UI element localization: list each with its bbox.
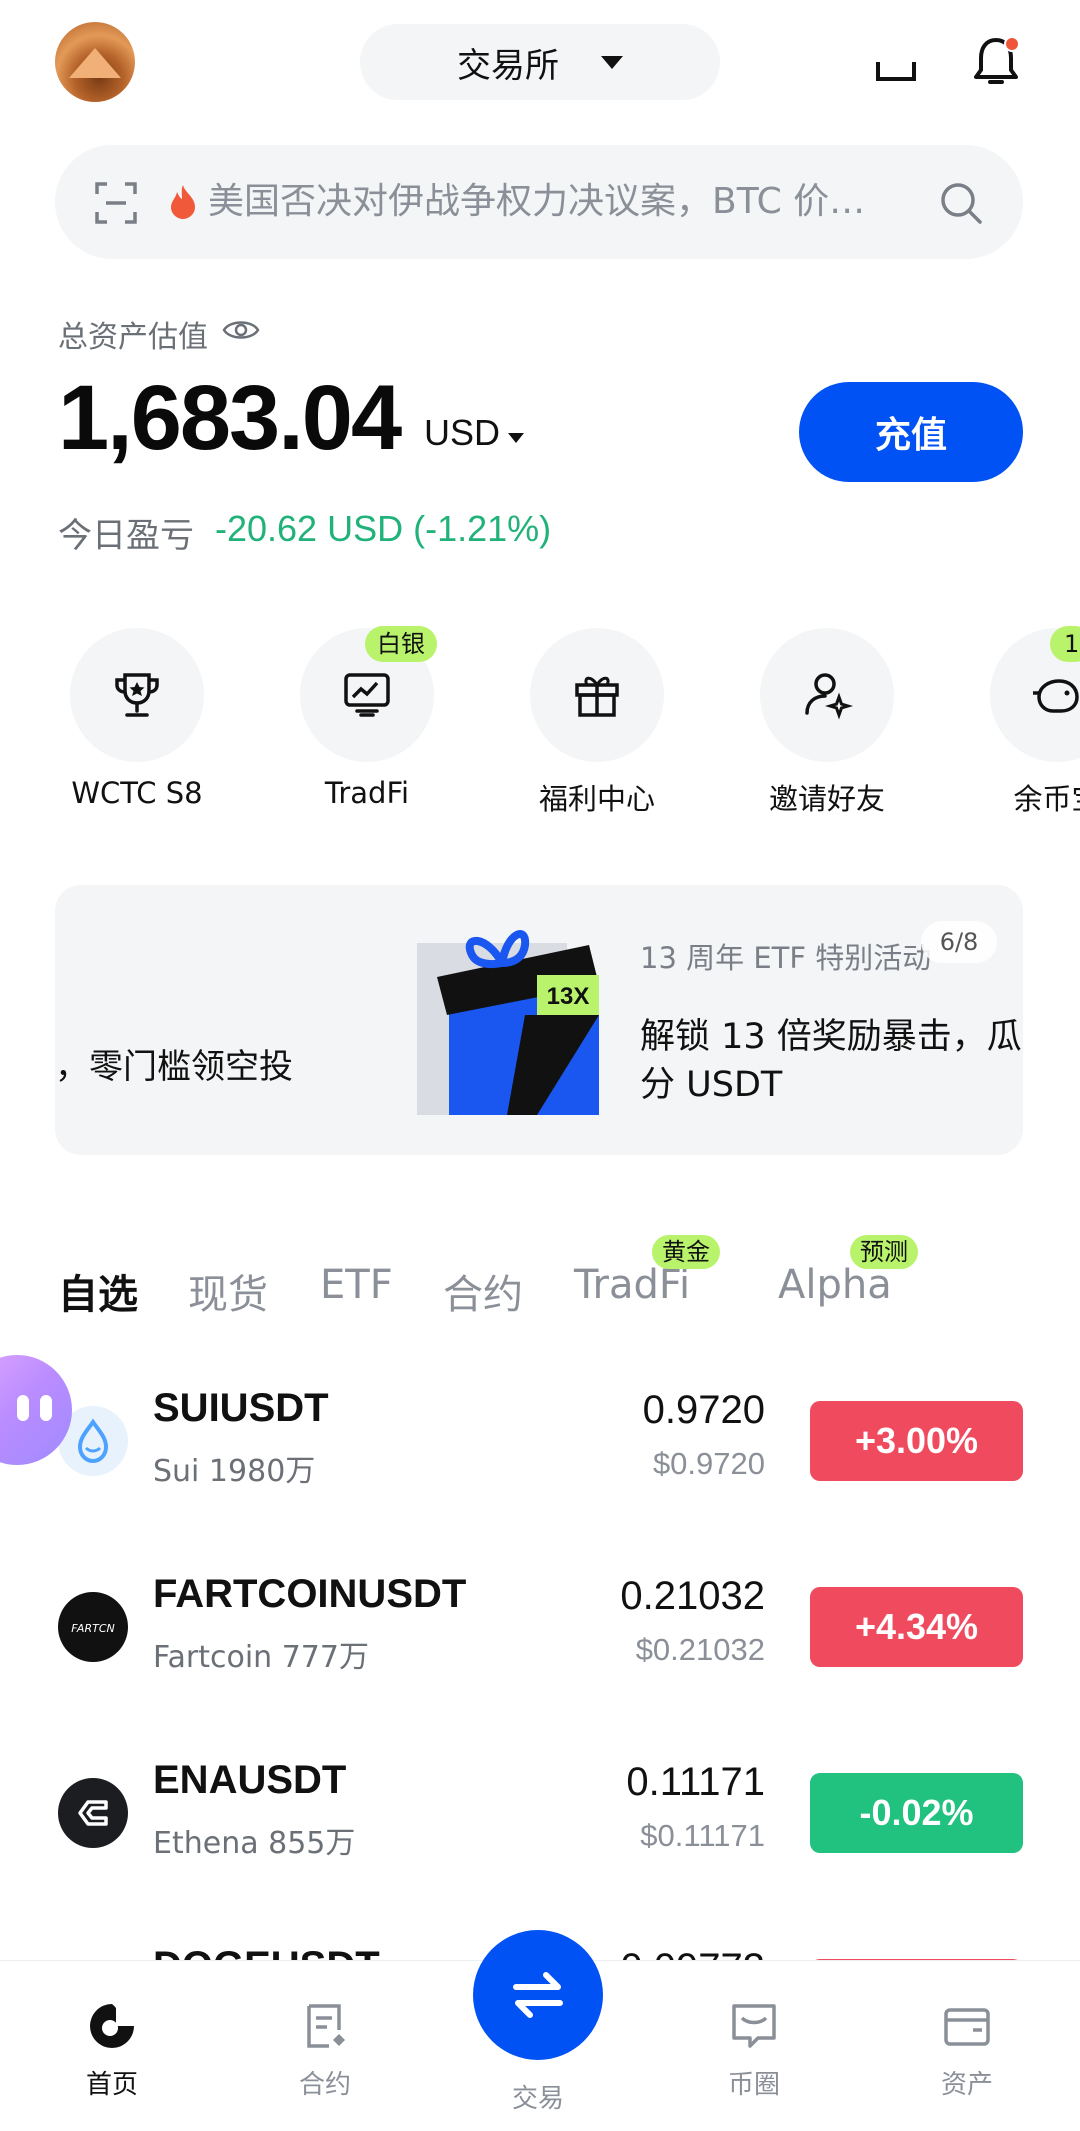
wallet-icon [944, 2008, 990, 2046]
tab-spot[interactable]: 现货 [188, 1262, 268, 1320]
fartcoin-icon: FARTCN [58, 1592, 128, 1662]
market-fiat-price: $0.11171 [640, 1818, 765, 1853]
nav-assets[interactable]: 资产 [897, 2000, 1037, 2101]
contract-icon [307, 2004, 345, 2048]
market-volume: Sui 1980万 [153, 1454, 316, 1489]
market-volume: Ethena 855万 [153, 1826, 356, 1861]
market-symbol: ENAUSDT [153, 1758, 347, 1802]
pnl-label: 今日盈亏 [58, 516, 194, 556]
shortcut-badge: 1 [1050, 626, 1080, 662]
nav-futures[interactable]: 合约 [255, 2000, 395, 2101]
market-symbol: SUIUSDT [153, 1386, 329, 1430]
market-row[interactable]: ENAUSDT Ethena 855万 0.11171 $0.11171 -0.… [0, 1720, 1080, 1906]
nav-home[interactable]: 首页 [42, 2000, 182, 2101]
caret-down-icon [601, 55, 623, 69]
trophy-icon [115, 673, 159, 717]
exchange-label: 交易所 [457, 45, 559, 86]
asset-label: 总资产估值 [58, 320, 208, 355]
tab-favorites[interactable]: 自选 [58, 1262, 138, 1320]
shortcut-invite[interactable]: 邀请好友 [712, 628, 942, 818]
banner-left-text: ，零门槛领空投 [55, 1047, 293, 1087]
ethena-icon [58, 1778, 128, 1848]
shortcut-welfare[interactable]: 福利中心 [482, 628, 712, 818]
nav-community[interactable]: 币圈 [684, 2000, 824, 2101]
nav-label: 币圈 [727, 2070, 780, 2100]
market-fiat-price: $0.9720 [652, 1446, 765, 1481]
shortcut-label: WCTC S8 [71, 776, 203, 810]
banner-pager: 6/8 [921, 921, 997, 963]
user-star-icon [805, 673, 854, 720]
tab-badge: 黄金 [652, 1235, 720, 1269]
shortcut-label: 福利中心 [538, 782, 655, 816]
tab-badge: 预测 [850, 1235, 918, 1269]
shortcut-label: 余币宝 [1013, 782, 1080, 816]
banner-title: 解锁 13 倍奖励暴击，瓜分 USDT [640, 1017, 1022, 1105]
pnl-value: -20.62 USD (-1.21%) [215, 508, 552, 549]
nav-label: 首页 [85, 2070, 138, 2100]
search-hot-text[interactable]: 美国否决对伊战争权力决议案，BTC 价… [208, 178, 898, 226]
swap-arrows-icon [513, 1972, 563, 2018]
shortcut-badge: 白银 [365, 626, 437, 662]
asset-value: 1,683.04 [58, 367, 402, 469]
asset-unit[interactable]: USD [424, 412, 500, 454]
fire-icon [171, 185, 195, 219]
promo-banner[interactable]: ，零门槛领空投 13X 13 周年 ETF 特别活动 解锁 13 倍奖励暴击，瓜… [55, 885, 1023, 1155]
scan-icon[interactable] [95, 182, 137, 224]
avatar[interactable] [55, 22, 135, 102]
gift-label: 13X [547, 983, 590, 1010]
chat-square-icon [732, 2004, 776, 2048]
shortcut-tradfi[interactable]: TradFi [252, 628, 482, 810]
change-badge[interactable]: +4.34% [810, 1587, 1023, 1667]
home-icon [90, 2004, 134, 2048]
nav-label: 资产 [940, 2070, 993, 2100]
change-badge[interactable]: +3.00% [810, 1401, 1023, 1481]
market-volume: Fartcoin 777万 [153, 1640, 369, 1675]
gift-illustration: 13X [417, 930, 599, 1115]
nav-label: 交易 [511, 2084, 564, 2114]
eye-icon[interactable] [222, 316, 260, 344]
banner-subtitle: 13 周年 ETF 特别活动 [640, 941, 932, 975]
market-price: 0.9720 [642, 1388, 765, 1432]
market-row[interactable]: SUIUSDT Sui 1980万 0.9720 $0.9720 +3.00% [0, 1348, 1080, 1534]
trade-button[interactable] [473, 1930, 603, 2060]
market-symbol: FARTCOINUSDT [153, 1572, 467, 1616]
market-price: 0.21032 [620, 1574, 765, 1618]
shortcut-wctc[interactable]: WCTC S8 [22, 628, 252, 810]
search-icon[interactable] [938, 180, 984, 226]
shortcut-label: TradFi [324, 776, 410, 810]
deposit-button[interactable]: 充值 [799, 382, 1023, 482]
scan-frame-icon[interactable] [875, 40, 917, 82]
gift-icon [575, 676, 619, 717]
market-row[interactable]: FARTCN FARTCOINUSDT Fartcoin 777万 0.2103… [0, 1534, 1080, 1720]
change-badge[interactable]: -0.02% [810, 1773, 1023, 1853]
nav-label: 合约 [298, 2070, 351, 2100]
piggy-bank-icon [1033, 679, 1079, 713]
tab-etf[interactable]: ETF [320, 1262, 393, 1308]
svg-text:FARTCN: FARTCN [71, 1622, 114, 1635]
caret-down-icon[interactable] [508, 433, 524, 443]
notification-dot [1004, 36, 1020, 52]
tab-futures[interactable]: 合约 [443, 1262, 523, 1320]
market-fiat-price: $0.21032 [635, 1632, 765, 1667]
chart-board-icon [344, 673, 390, 717]
shortcut-label: 邀请好友 [768, 782, 885, 816]
market-price: 0.11171 [626, 1760, 765, 1804]
exchange-switch[interactable]: 交易所 [360, 24, 720, 100]
